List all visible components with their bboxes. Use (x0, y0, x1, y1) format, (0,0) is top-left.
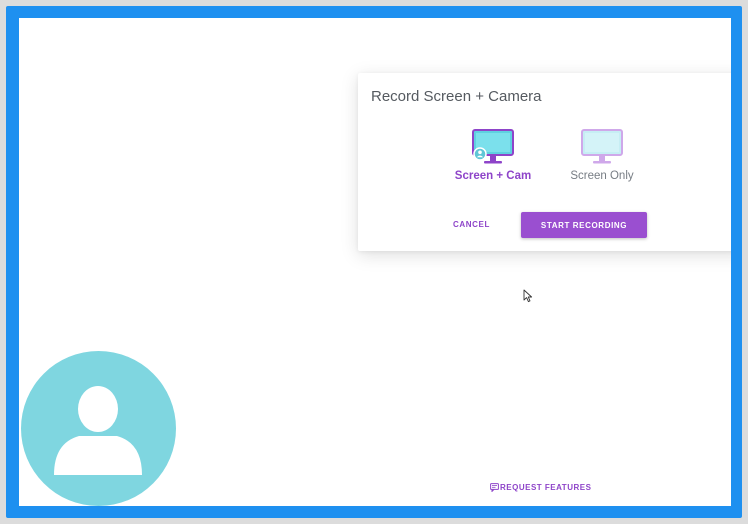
user-silhouette-icon (54, 386, 142, 475)
monitor-camera-icon (472, 129, 514, 164)
start-recording-button[interactable]: START RECORDING (521, 212, 647, 238)
camera-avatar[interactable] (21, 351, 176, 506)
feedback-icon (490, 483, 499, 493)
monitor-icon (581, 129, 623, 164)
option-label-screen-cam: Screen + Cam (454, 170, 532, 182)
dialog-title: Record Screen + Camera (371, 88, 542, 105)
option-screen-cam[interactable]: Screen + Cam (443, 129, 543, 182)
window-frame: Record Screen + Camera Screen + Cam Scre… (0, 0, 748, 524)
record-dialog: Record Screen + Camera Screen + Cam Scre… (358, 73, 731, 251)
request-features-link[interactable]: REQUEST FEATURES (490, 483, 592, 493)
request-features-label: REQUEST FEATURES (500, 483, 592, 492)
option-label-screen-only: Screen Only (570, 170, 634, 182)
cancel-button[interactable]: CANCEL (453, 220, 490, 229)
option-screen-only[interactable]: Screen Only (552, 129, 652, 182)
mouse-cursor-icon (523, 289, 533, 303)
recording-canvas: Record Screen + Camera Screen + Cam Scre… (19, 18, 731, 506)
